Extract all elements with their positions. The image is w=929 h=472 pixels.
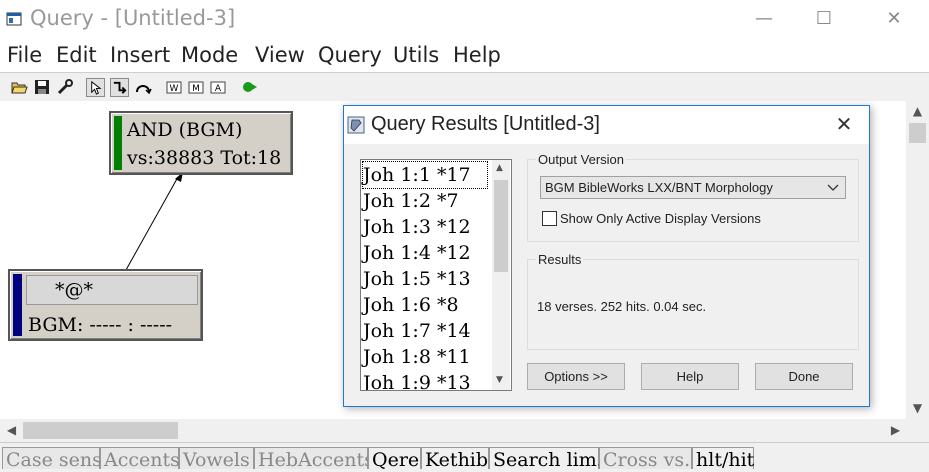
svg-text:M: M bbox=[192, 84, 200, 94]
verse-item-joh-1-5[interactable]: Joh 1:5 *13 bbox=[363, 266, 471, 292]
status-hlt-hit[interactable]: hlt/hit bbox=[692, 447, 754, 471]
and-node-title: AND (BGM) bbox=[127, 119, 243, 141]
m-icon[interactable]: M bbox=[187, 78, 205, 96]
menu-view[interactable]: View bbox=[255, 43, 305, 67]
window-title: Query - [Untitled-3] bbox=[30, 6, 236, 30]
output-version-value: BGM BibleWorks LXX/BNT Morphology bbox=[545, 180, 773, 195]
open-folder-icon[interactable] bbox=[10, 78, 28, 96]
query-results-icon bbox=[347, 116, 365, 134]
status-cross-vs[interactable]: Cross vs. bbox=[599, 447, 692, 471]
status-kethib[interactable]: Kethib bbox=[421, 447, 489, 471]
verse-item-joh-1-8[interactable]: Joh 1:8 *11 bbox=[363, 344, 471, 370]
help-button[interactable]: Help bbox=[641, 363, 739, 390]
menu-insert[interactable]: Insert bbox=[110, 43, 170, 67]
output-version-select[interactable]: BGM BibleWorks LXX/BNT Morphology bbox=[540, 176, 846, 199]
list-scroll-down-icon[interactable]: ▼ bbox=[496, 375, 503, 385]
verse-results-list[interactable]: Joh 1:1 *17 Joh 1:2 *7 Joh 1:3 *12 Joh 1… bbox=[360, 159, 512, 391]
link-icon[interactable] bbox=[110, 78, 129, 97]
and-node-stats: vs:38883 Tot:18 bbox=[127, 147, 282, 169]
word-node[interactable]: *@* BGM: ----- : ----- bbox=[8, 269, 203, 341]
list-scroll-up-icon[interactable]: ▲ bbox=[496, 163, 503, 173]
status-case-sens[interactable]: Case sens bbox=[2, 447, 102, 471]
word-node-pattern: *@* bbox=[55, 279, 93, 301]
output-version-label: Output Version bbox=[536, 152, 626, 167]
status-search-lim[interactable]: Search lim. bbox=[489, 447, 603, 471]
results-summary: 18 verses. 252 hits. 0.04 sec. bbox=[537, 299, 707, 314]
menu-bar: File Edit Insert Mode View Query Utils H… bbox=[0, 40, 929, 72]
and-node[interactable]: AND (BGM) vs:38883 Tot:18 bbox=[109, 111, 293, 175]
status-qere[interactable]: Qere bbox=[368, 447, 421, 471]
menu-help[interactable]: Help bbox=[453, 43, 501, 67]
verse-item-joh-1-9[interactable]: Joh 1:9 *13 bbox=[363, 370, 471, 390]
query-results-dialog: Query Results [Untitled-3] ✕ Joh 1:1 *17… bbox=[343, 105, 870, 407]
verse-item-joh-1-7[interactable]: Joh 1:7 *14 bbox=[363, 318, 471, 344]
dialog-close-icon[interactable]: ✕ bbox=[832, 112, 856, 136]
word-node-version: BGM: ----- : ----- bbox=[28, 314, 173, 336]
scroll-up-icon[interactable]: ▲ bbox=[906, 101, 929, 122]
horizontal-scrollbar[interactable]: ◀ ▶ bbox=[0, 419, 906, 442]
dialog-title-bar[interactable]: Query Results [Untitled-3] ✕ bbox=[344, 106, 869, 144]
maximize-button[interactable]: ☐ bbox=[809, 8, 839, 30]
wrench-icon[interactable] bbox=[56, 78, 74, 96]
chevron-down-icon bbox=[827, 184, 839, 191]
svg-text:W: W bbox=[170, 84, 179, 94]
verse-item-joh-1-6[interactable]: Joh 1:6 *8 bbox=[363, 292, 459, 318]
verse-item-joh-1-3[interactable]: Joh 1:3 *12 bbox=[363, 214, 471, 240]
run-query-icon[interactable] bbox=[241, 78, 259, 96]
vertical-scrollbar[interactable]: ▲ ▼ bbox=[906, 101, 929, 419]
status-vowels[interactable]: Vowels bbox=[179, 447, 254, 471]
scroll-right-icon[interactable]: ▶ bbox=[884, 420, 907, 441]
close-window-button[interactable]: ✕ bbox=[879, 8, 909, 30]
menu-mode[interactable]: Mode bbox=[181, 43, 238, 67]
verse-item-joh-1-1[interactable]: Joh 1:1 *17 bbox=[362, 161, 488, 189]
word-node-accent-bar bbox=[13, 274, 22, 336]
vertical-scroll-thumb[interactable] bbox=[909, 123, 926, 143]
done-button[interactable]: Done bbox=[755, 363, 853, 390]
svg-text:A: A bbox=[215, 84, 222, 94]
menu-query[interactable]: Query bbox=[318, 43, 382, 67]
status-hebaccents[interactable]: HebAccents bbox=[254, 447, 374, 471]
menu-file[interactable]: File bbox=[7, 43, 42, 67]
menu-utils[interactable]: Utils bbox=[393, 43, 439, 67]
status-accents[interactable]: Accents bbox=[100, 447, 180, 471]
app-window-icon bbox=[6, 12, 22, 26]
show-active-versions-checkbox[interactable] bbox=[542, 211, 557, 226]
menu-edit[interactable]: Edit bbox=[56, 43, 97, 67]
w-icon[interactable]: W bbox=[165, 78, 183, 96]
save-icon[interactable] bbox=[33, 78, 51, 96]
status-bar: Case sens Accents Vowels HebAccents Qere… bbox=[0, 442, 929, 471]
scroll-down-icon[interactable]: ▼ bbox=[906, 398, 929, 419]
and-node-accent-bar bbox=[114, 116, 122, 170]
verse-item-joh-1-2[interactable]: Joh 1:2 *7 bbox=[363, 188, 459, 214]
horizontal-scroll-thumb[interactable] bbox=[23, 422, 178, 439]
main-title-bar: Query - [Untitled-3] — ☐ ✕ bbox=[0, 0, 929, 40]
results-label: Results bbox=[536, 252, 584, 267]
output-version-group bbox=[527, 159, 859, 242]
word-node-search-field[interactable]: *@* bbox=[26, 275, 198, 305]
dialog-title: Query Results [Untitled-3] bbox=[371, 113, 600, 135]
verse-list-scrollbar[interactable]: ▲ ▼ bbox=[492, 160, 510, 390]
toolbar: W M A bbox=[0, 72, 929, 102]
verse-item-joh-1-4[interactable]: Joh 1:4 *12 bbox=[363, 240, 471, 266]
verse-list-scroll-thumb[interactable] bbox=[494, 180, 508, 272]
pointer-icon[interactable] bbox=[86, 78, 105, 97]
curved-link-icon[interactable] bbox=[134, 78, 152, 96]
scroll-left-icon[interactable]: ◀ bbox=[0, 420, 23, 441]
options-button[interactable]: Options >> bbox=[527, 363, 625, 390]
minimize-button[interactable]: — bbox=[749, 8, 779, 30]
a-icon[interactable]: A bbox=[209, 78, 227, 96]
show-active-versions-label[interactable]: Show Only Active Display Versions bbox=[560, 211, 761, 226]
